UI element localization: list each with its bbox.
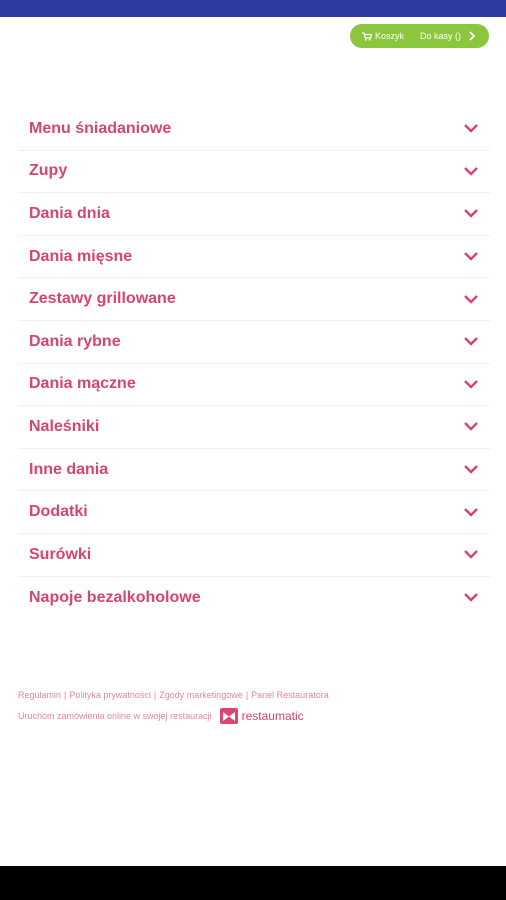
menu-category-pancakes[interactable]: Naleśniki xyxy=(19,406,490,449)
menu-category-label: Zestawy grillowane xyxy=(29,290,176,308)
menu-category-label: Dania mączne xyxy=(29,375,136,393)
menu-category-meat-dishes[interactable]: Dania mięsne xyxy=(19,236,490,279)
marketing-consents-link[interactable]: Zgody marketingowe xyxy=(159,690,243,700)
chevron-down-icon xyxy=(464,167,478,176)
navigation-bar xyxy=(0,866,506,900)
chevron-down-icon xyxy=(464,550,478,559)
menu-category-other-dishes[interactable]: Inne dania xyxy=(19,449,490,492)
brand-name: restaumatic xyxy=(241,709,304,723)
link-separator: | xyxy=(64,690,67,700)
privacy-policy-link[interactable]: Polityka prywatności xyxy=(69,690,151,700)
menu-category-label: Inne dania xyxy=(29,460,109,478)
chevron-down-icon xyxy=(464,252,478,261)
chevron-down-icon xyxy=(464,209,478,219)
menu-category-label: Naleśniki xyxy=(29,417,100,435)
restaurant-panel-link[interactable]: Panel Restauratora xyxy=(251,690,329,700)
restaumatic-logo[interactable]: restaumatic xyxy=(219,708,304,724)
menu-category-label: Dania rybne xyxy=(29,332,121,350)
footer: Regulamin | Polityka prywatności | Zgody… xyxy=(18,690,488,724)
menu-category-label: Dania dnia xyxy=(29,204,110,222)
cart-label: Koszyk xyxy=(375,31,405,41)
link-separator: | xyxy=(153,690,157,700)
chevron-down-icon xyxy=(464,380,478,389)
checkout-label: Do kasy () xyxy=(420,31,462,41)
cart-icon xyxy=(362,31,372,41)
chevron-down-icon xyxy=(464,507,478,517)
menu-category-daily-dishes[interactable]: Dania dnia xyxy=(19,193,490,236)
chevron-right-icon xyxy=(469,31,476,41)
chevron-down-icon xyxy=(464,422,478,432)
promo-row: Uruchom zamówienia online w swojej resta… xyxy=(18,708,488,724)
menu-category-breakfast[interactable]: Menu śniadaniowe xyxy=(19,108,490,151)
menu-category-flour-dishes[interactable]: Dania mączne xyxy=(19,364,490,407)
cart-button[interactable]: Koszyk xyxy=(350,31,412,41)
chevron-down-icon xyxy=(464,465,478,474)
footer-links: Regulamin | Polityka prywatności | Zgody… xyxy=(18,690,488,700)
cart-checkout-pill[interactable]: Koszyk Do kasy () xyxy=(350,24,489,48)
menu-category-list: Menu śniadaniowe Zupy Dania dnia Dania m… xyxy=(19,108,490,619)
chevron-down-icon xyxy=(464,294,478,304)
menu-category-label: Napoje bezalkoholowe xyxy=(29,588,201,606)
menu-category-label: Dania mięsne xyxy=(29,247,133,265)
menu-category-grill-sets[interactable]: Zestawy grillowane xyxy=(19,278,490,321)
chevron-down-icon xyxy=(464,124,478,133)
menu-category-label: Zupy xyxy=(29,162,68,180)
checkout-button[interactable]: Do kasy () xyxy=(412,31,476,41)
promo-text[interactable]: Uruchom zamówienia online w swojej resta… xyxy=(18,711,212,721)
menu-category-soft-drinks[interactable]: Napoje bezalkoholowe xyxy=(19,577,490,620)
menu-category-extras[interactable]: Dodatki xyxy=(19,491,490,534)
chevron-down-icon xyxy=(464,337,478,346)
menu-category-label: Menu śniadaniowe xyxy=(29,119,172,137)
terms-link[interactable]: Regulamin xyxy=(18,690,61,700)
menu-category-soups[interactable]: Zupy xyxy=(19,151,490,194)
menu-category-fish-dishes[interactable]: Dania rybne xyxy=(19,321,490,364)
restaumatic-logo-icon xyxy=(219,708,238,724)
menu-category-salads[interactable]: Surówki xyxy=(19,534,490,577)
top-status-bar xyxy=(0,0,506,17)
menu-category-label: Dodatki xyxy=(29,503,88,521)
chevron-down-icon xyxy=(464,593,478,603)
link-separator: | xyxy=(245,690,249,700)
menu-category-label: Surówki xyxy=(29,545,92,563)
